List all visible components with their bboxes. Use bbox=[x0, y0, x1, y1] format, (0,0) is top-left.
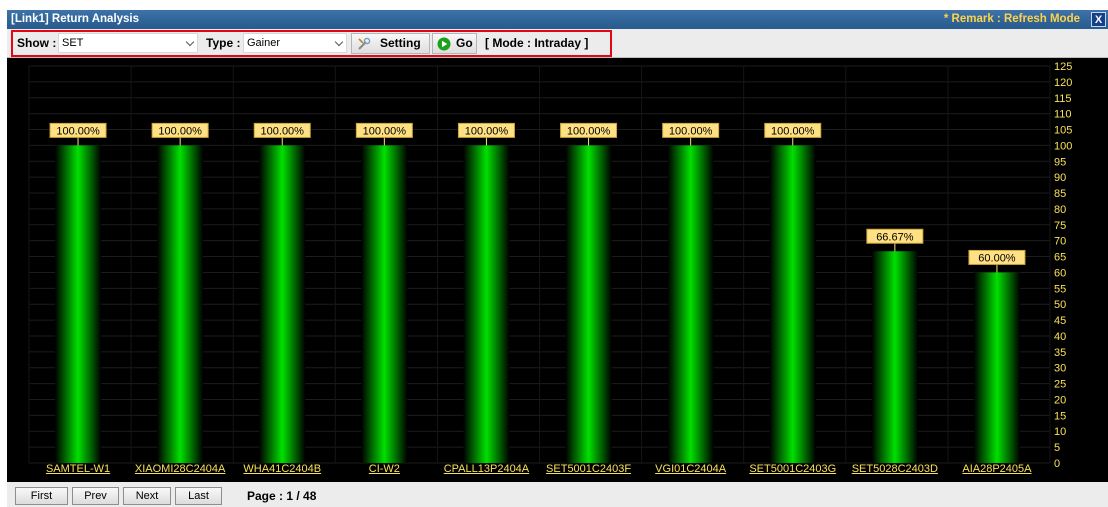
show-label: Show : bbox=[17, 36, 57, 50]
data-label: 100.00% bbox=[363, 125, 407, 137]
y-tick-label: 15 bbox=[1054, 410, 1066, 422]
x-category-link[interactable]: SET5028C2403D bbox=[847, 463, 943, 475]
y-tick-label: 40 bbox=[1054, 331, 1066, 343]
mode-indicator: [ Mode : Intraday ] bbox=[485, 36, 589, 50]
y-tick-label: 65 bbox=[1054, 252, 1066, 264]
page-indicator: Page : 1 / 48 bbox=[247, 489, 317, 503]
x-category-link[interactable]: VGI01C2404A bbox=[643, 463, 739, 475]
chevron-down-icon bbox=[185, 37, 195, 47]
y-tick-label: 90 bbox=[1054, 172, 1066, 184]
data-label: 66.67% bbox=[876, 231, 914, 243]
data-label: 100.00% bbox=[465, 125, 509, 137]
bar bbox=[55, 145, 102, 463]
y-tick-label: 10 bbox=[1054, 426, 1066, 438]
type-select[interactable]: Gainer bbox=[243, 33, 347, 53]
last-page-button[interactable]: Last bbox=[175, 487, 222, 505]
y-tick-label: 100 bbox=[1054, 140, 1072, 152]
data-label: 100.00% bbox=[56, 125, 100, 137]
data-label: 100.00% bbox=[567, 125, 611, 137]
setting-label: Setting bbox=[380, 36, 421, 50]
go-label: Go bbox=[456, 36, 473, 50]
y-tick-label: 0 bbox=[1054, 458, 1060, 470]
bar bbox=[565, 145, 612, 463]
x-category-link[interactable]: XIAOMI28C2404A bbox=[132, 463, 228, 475]
y-tick-label: 120 bbox=[1054, 77, 1072, 89]
data-label: 100.00% bbox=[158, 125, 202, 137]
toolbar: Show : SET Type : Gainer Setting Go [ Mo… bbox=[7, 29, 1108, 58]
y-tick-label: 45 bbox=[1054, 315, 1066, 327]
x-category-link[interactable]: CPALL13P2404A bbox=[438, 463, 534, 475]
data-label: 100.00% bbox=[771, 125, 815, 137]
y-tick-label: 70 bbox=[1054, 236, 1066, 248]
type-label: Type : bbox=[206, 36, 241, 50]
chart-canvas: 100.00% 100.00% 100.00% 100.00% 100.00% 100.0… bbox=[28, 61, 1072, 470]
data-label: 100.00% bbox=[669, 125, 713, 137]
next-page-button[interactable]: Next bbox=[123, 487, 171, 505]
tools-icon bbox=[358, 37, 371, 50]
window-title: [Link1] Return Analysis bbox=[11, 13, 140, 25]
y-tick-label: 85 bbox=[1054, 188, 1066, 200]
first-page-button[interactable]: First bbox=[15, 487, 68, 505]
x-category-link[interactable]: WHA41C2404B bbox=[234, 463, 330, 475]
y-tick-label: 80 bbox=[1054, 204, 1066, 216]
bar bbox=[973, 272, 1020, 463]
show-select-value: SET bbox=[62, 37, 84, 49]
bar bbox=[259, 145, 306, 463]
y-tick-label: 110 bbox=[1054, 109, 1072, 121]
window-titlebar: [Link1] Return Analysis * Remark : Refre… bbox=[7, 10, 1108, 29]
return-bar-chart: 100.00% 100.00% 100.00% 100.00% 100.00% 100.0… bbox=[7, 58, 1108, 482]
bar bbox=[667, 145, 714, 463]
y-tick-label: 75 bbox=[1054, 220, 1066, 232]
y-tick-label: 35 bbox=[1054, 347, 1066, 359]
prev-page-button[interactable]: Prev bbox=[72, 487, 119, 505]
type-select-value: Gainer bbox=[247, 37, 281, 49]
bar bbox=[463, 145, 510, 463]
close-button[interactable]: X bbox=[1091, 12, 1106, 27]
show-select[interactable]: SET bbox=[58, 33, 198, 53]
refresh-mode-remark: * Remark : Refresh Mode bbox=[943, 13, 1080, 25]
x-category-link[interactable]: SAMTEL-W1 bbox=[30, 463, 126, 475]
play-icon bbox=[437, 37, 451, 51]
y-tick-label: 125 bbox=[1054, 61, 1072, 73]
data-label: 60.00% bbox=[978, 252, 1016, 264]
setting-button[interactable]: Setting bbox=[351, 33, 430, 54]
go-button[interactable]: Go bbox=[432, 33, 477, 54]
y-tick-label: 20 bbox=[1054, 394, 1066, 406]
bar bbox=[361, 145, 408, 463]
x-category-link[interactable]: SET5001C2403F bbox=[541, 463, 637, 475]
x-category-link[interactable]: CI-W2 bbox=[336, 463, 432, 475]
y-tick-label: 115 bbox=[1054, 93, 1072, 105]
chevron-down-icon bbox=[334, 37, 344, 47]
x-category-link[interactable]: AIA28P2405A bbox=[949, 463, 1045, 475]
y-tick-label: 50 bbox=[1054, 299, 1066, 311]
y-tick-label: 60 bbox=[1054, 267, 1066, 279]
y-tick-label: 25 bbox=[1054, 379, 1066, 391]
data-label: 100.00% bbox=[261, 125, 305, 137]
bar bbox=[871, 251, 918, 463]
bar bbox=[769, 145, 816, 463]
y-tick-label: 95 bbox=[1054, 156, 1066, 168]
x-category-link[interactable]: SET5001C2403G bbox=[745, 463, 841, 475]
y-tick-label: 5 bbox=[1054, 442, 1060, 454]
bar bbox=[157, 145, 204, 463]
y-tick-label: 55 bbox=[1054, 283, 1066, 295]
pagination-bar: First Prev Next Last Page : 1 / 48 bbox=[7, 482, 1108, 507]
y-tick-label: 30 bbox=[1054, 363, 1066, 375]
y-tick-label: 105 bbox=[1054, 125, 1072, 137]
